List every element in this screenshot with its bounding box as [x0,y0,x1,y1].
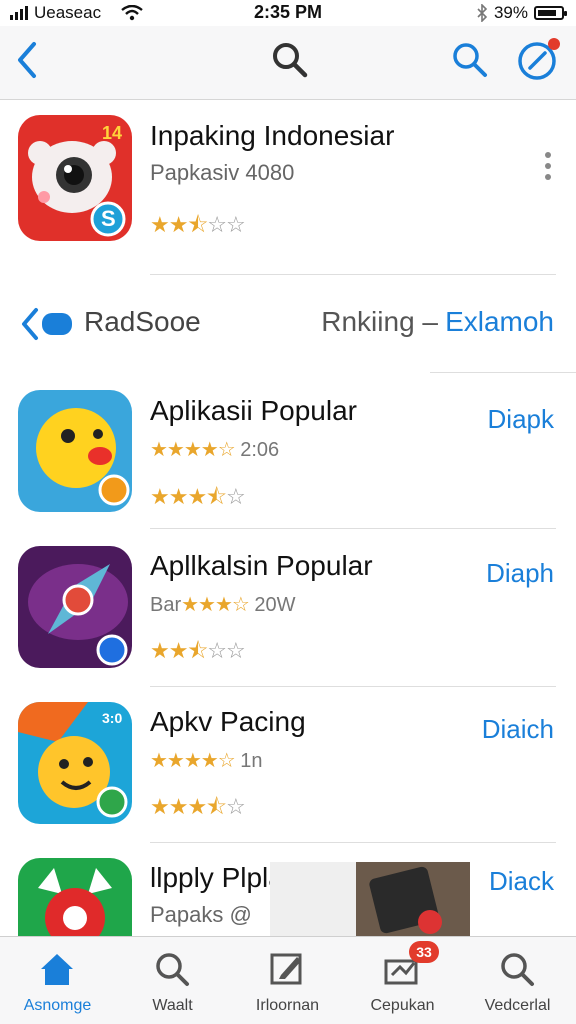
featured-subtitle: Papkasiv 4080 [150,160,295,185]
tab-label: Waalt [152,997,193,1014]
ranking-label: Rnkiing – [321,306,438,337]
app-sub-text: 2:06 [240,439,280,461]
search-icon [501,953,534,986]
tab-search[interactable]: Waalt [115,937,230,1024]
app-sub-text: Bar [150,594,182,616]
app-icon[interactable] [18,390,132,512]
chat-icon [22,308,72,340]
featured-title: Inpaking Indonesiar [150,120,395,151]
tab-label: Asnomge [23,997,92,1014]
app-title: Apllkalsin Popular [150,550,373,581]
app-action-button[interactable]: Diaph [486,558,554,589]
notification-badge: 33 [409,941,439,963]
nav-bar [0,26,576,100]
featured-icon-badge: 14 [102,123,123,143]
search-icon[interactable] [450,40,490,80]
app-action-button[interactable]: Diack [489,866,554,897]
featured-icon-letter: S [101,206,116,231]
battery-icon [534,6,567,20]
divider [150,528,556,529]
app-rating-stars: ★★★⯪☆ [150,484,246,509]
app-subtitle: ★★★★☆ 2:06 [150,439,280,461]
tab-label: Irloornan [255,997,320,1014]
tab-edit[interactable]: Irloornan [230,937,345,1024]
app-icon-label: 3:0 [102,710,123,726]
explore-link[interactable]: Exlamoh [445,306,554,338]
tab-label: Cepukan [370,997,435,1014]
search-icon [156,953,189,986]
edit-icon [270,953,302,985]
app-rating-stars: ★★⯪☆☆ [150,638,246,663]
divider [150,842,556,843]
featured-rating-stars: ★★⯪☆☆ [150,212,246,237]
divider [150,274,556,275]
app-action-button[interactable]: Diapk [488,404,554,435]
app-sub-text: 1n [240,750,263,772]
app-screenshot-thumbnail [270,862,470,936]
bluetooth-icon [477,4,488,22]
app-rating-stars: ★★★⯪☆ [150,794,246,819]
app-subtitle: Bar★★★☆ 20W [150,594,296,616]
featured-app-icon[interactable]: 14 S [18,115,132,241]
app-title: Aplikasii Popular [150,395,357,426]
divider [150,686,556,687]
tab-label: Vedcerlal [484,997,551,1014]
app-icon[interactable]: 3:0 [18,702,132,824]
tab-bar: Asnomge Waalt Irloornan 33 Cepukan Vedce… [0,936,576,1024]
search-icon[interactable] [270,40,310,80]
tab-inbox[interactable]: 33 Cepukan [345,937,460,1024]
tab-home[interactable]: Asnomge [0,937,115,1024]
back-button[interactable] [12,40,40,80]
section-header: RadSooe Rnkiing – Exlamoh [0,300,576,348]
app-action-button[interactable]: Diaich [482,714,554,745]
app-sub-text-2: 20W [254,594,296,616]
app-icon[interactable] [18,546,132,668]
section-label: RadSooe [84,306,201,337]
more-options-icon[interactable] [545,152,555,185]
app-subtitle: Papaks @ [150,902,252,927]
compass-icon[interactable] [516,36,562,82]
status-bar: Ueaseac 2:35 PM 39% [0,0,576,26]
tab-search-2[interactable]: Vedcerlal [460,937,575,1024]
battery-percent: 39% [493,3,528,22]
app-subtitle: ★★★★☆ 1n [150,750,263,772]
home-icon [41,954,73,985]
featured-app[interactable]: 14 S Inpaking Indonesiar Papkasiv 4080 ★… [0,112,576,282]
divider [430,372,576,373]
app-title: Apkv Pacing [150,706,306,737]
